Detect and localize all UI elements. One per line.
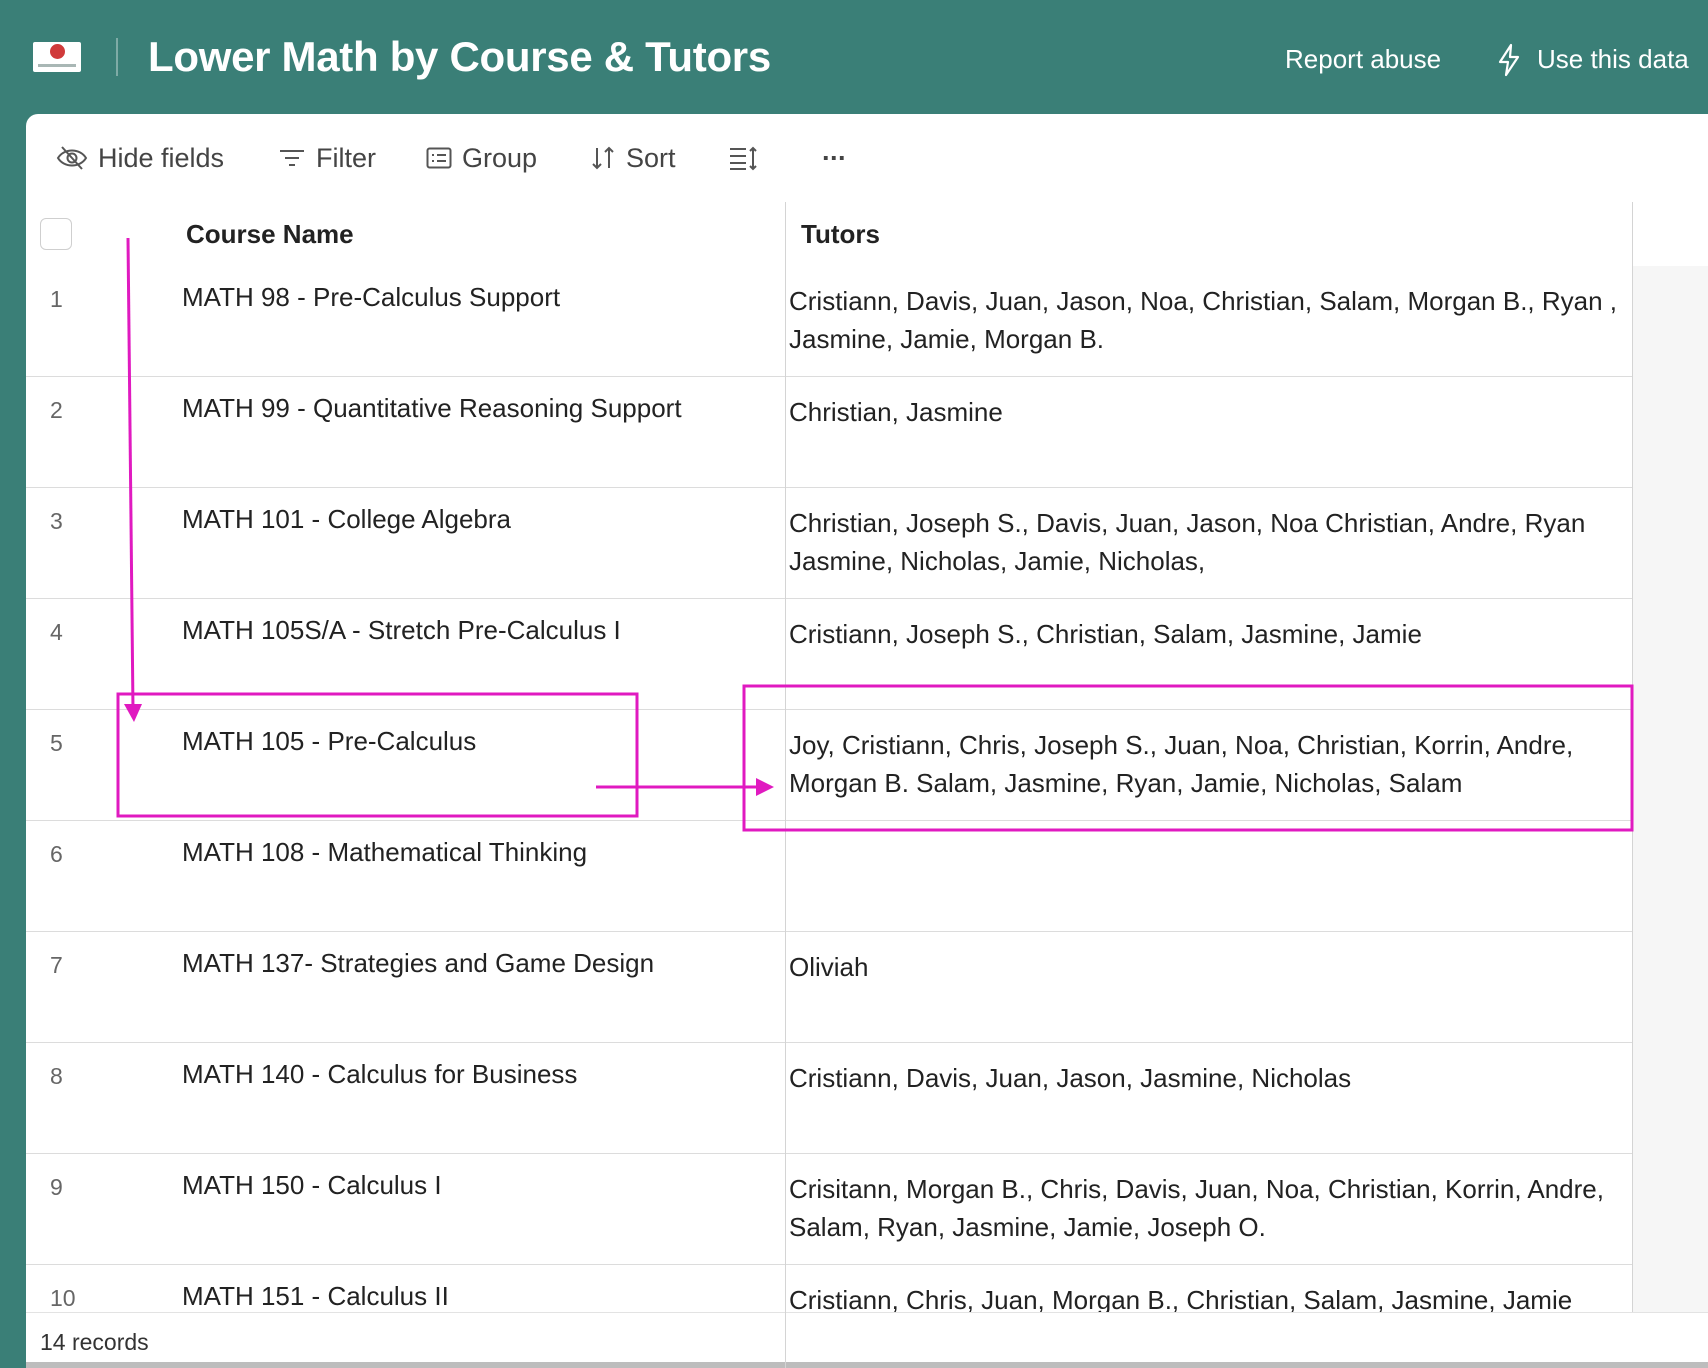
more-options-button[interactable]: ··· [822, 142, 847, 174]
table-row[interactable]: 10 MATH 151 - Calculus II Cristiann, Chr… [26, 1265, 1633, 1312]
course-cell[interactable]: MATH 98 - Pre-Calculus Support [182, 282, 560, 313]
report-abuse-link[interactable]: Report abuse [1285, 44, 1441, 75]
table-row[interactable]: 6 MATH 108 - Mathematical Thinking [26, 821, 1633, 932]
row-height-icon [730, 146, 757, 171]
sort-icon [592, 146, 614, 170]
group-icon [426, 147, 452, 169]
tutors-cell[interactable]: Joy, Cristiann, Chris, Joseph S., Juan, … [789, 726, 1619, 802]
course-cell[interactable]: MATH 151 - Calculus II [182, 1281, 449, 1312]
tutors-cell[interactable]: Crisitann, Morgan B., Chris, Davis, Juan… [789, 1170, 1619, 1246]
tutors-cell[interactable]: Oliviah [789, 948, 1619, 986]
course-cell[interactable]: MATH 101 - College Algebra [182, 504, 511, 535]
column-header-tutors[interactable]: Tutors [801, 202, 880, 266]
tutors-cell[interactable]: Christian, Joseph S., Davis, Juan, Jason… [789, 504, 1619, 580]
group-button[interactable]: Group [426, 142, 537, 174]
row-number: 2 [50, 397, 63, 423]
column-header-course[interactable]: Course Name [186, 202, 354, 266]
course-cell[interactable]: MATH 108 - Mathematical Thinking [182, 837, 587, 868]
sort-button[interactable]: Sort [590, 142, 676, 174]
table-row[interactable]: 8 MATH 140 - Calculus for Business Crist… [26, 1043, 1633, 1154]
column-divider[interactable] [785, 202, 786, 1368]
table-body: 1 MATH 98 - Pre-Calculus Support Cristia… [26, 266, 1633, 1312]
row-number: 7 [50, 952, 63, 978]
eye-hidden-icon [56, 146, 88, 170]
view-toolbar: Hide fields Filter Group Sort ··· [26, 114, 1708, 203]
course-cell[interactable]: MATH 140 - Calculus for Business [182, 1059, 577, 1090]
record-count: 14 records [40, 1329, 149, 1355]
table-row[interactable]: 9 MATH 150 - Calculus I Crisitann, Morga… [26, 1154, 1633, 1265]
select-all-checkbox[interactable] [40, 218, 72, 250]
row-number: 10 [50, 1285, 76, 1311]
tutors-cell[interactable]: Christian, Jasmine [789, 393, 1619, 431]
logo-seal-icon [50, 44, 65, 59]
row-number: 6 [50, 841, 63, 867]
channel-islands-logo[interactable] [33, 42, 81, 72]
table-footer: 14 records [26, 1312, 1708, 1368]
tutors-cell[interactable]: Cristiann, Davis, Juan, Jason, Jasmine, … [789, 1059, 1619, 1097]
header-divider [116, 38, 118, 76]
grid-table: Course Name Tutors 1 MATH 98 - Pre-Calcu… [26, 202, 1708, 1368]
table-row[interactable]: 3 MATH 101 - College Algebra Christian, … [26, 488, 1633, 599]
table-row[interactable]: 2 MATH 99 - Quantitative Reasoning Suppo… [26, 377, 1633, 488]
filter-label: Filter [316, 142, 376, 173]
filter-icon [280, 150, 304, 166]
course-cell[interactable]: MATH 105S/A - Stretch Pre-Calculus I [182, 615, 621, 646]
filter-button[interactable]: Filter [278, 142, 376, 174]
row-number: 3 [50, 508, 63, 534]
tutors-cell[interactable]: Cristiann, Joseph S., Christian, Salam, … [789, 615, 1619, 653]
table-row[interactable]: 7 MATH 137- Strategies and Game Design O… [26, 932, 1633, 1043]
table-header: Course Name Tutors [26, 202, 1708, 267]
lightning-icon [1498, 43, 1520, 77]
row-height-button[interactable] [728, 142, 758, 174]
hide-fields-button[interactable]: Hide fields [56, 142, 224, 174]
course-cell[interactable]: MATH 137- Strategies and Game Design [182, 948, 654, 979]
sort-label: Sort [626, 142, 676, 173]
course-cell[interactable]: MATH 105 - Pre-Calculus [182, 726, 476, 757]
empty-area [1633, 266, 1708, 1312]
table-row[interactable]: 4 MATH 105S/A - Stretch Pre-Calculus I C… [26, 599, 1633, 710]
row-number: 5 [50, 730, 63, 756]
group-label: Group [462, 142, 538, 173]
column-divider [1632, 202, 1633, 1312]
course-cell[interactable]: MATH 150 - Calculus I [182, 1170, 442, 1201]
row-number: 1 [50, 286, 63, 312]
hide-fields-label: Hide fields [98, 142, 225, 173]
row-number: 4 [50, 619, 63, 645]
base-panel: Hide fields Filter Group Sort ··· Course… [26, 114, 1708, 1368]
tutors-cell[interactable]: Cristiann, Davis, Juan, Jason, Noa, Chri… [789, 282, 1619, 358]
logo-wordmark-icon [38, 64, 76, 67]
use-this-data-link[interactable]: Use this data [1537, 44, 1689, 75]
horizontal-scrollbar[interactable] [26, 1362, 1708, 1368]
course-cell[interactable]: MATH 99 - Quantitative Reasoning Support [182, 393, 682, 424]
app-header: Lower Math by Course & Tutors Report abu… [0, 0, 1708, 114]
tutors-cell[interactable]: Cristiann, Chris, Juan, Morgan B., Chris… [789, 1281, 1619, 1312]
page-title: Lower Math by Course & Tutors [148, 33, 771, 80]
table-row[interactable]: 5 MATH 105 - Pre-Calculus Joy, Cristiann… [26, 710, 1633, 821]
row-number: 8 [50, 1063, 63, 1089]
row-number: 9 [50, 1174, 63, 1200]
table-row[interactable]: 1 MATH 98 - Pre-Calculus Support Cristia… [26, 266, 1633, 377]
